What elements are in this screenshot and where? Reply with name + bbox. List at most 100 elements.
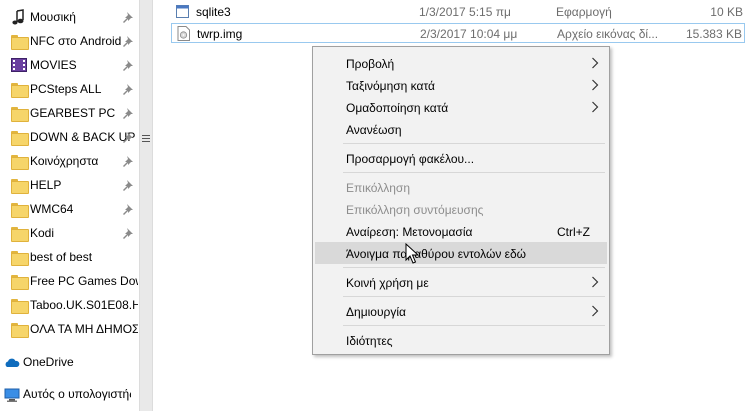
file-date: 2/3/2017 10:04 μμ: [420, 27, 518, 41]
menu-item-label: Επικόλληση: [346, 181, 411, 195]
nav-item[interactable]: ΟΛΑ ΤΑ ΜΗ ΔΗΜΟΣΙΑ: [0, 317, 139, 341]
nav-item-this-pc[interactable]: Αυτός ο υπολογιστής: [0, 382, 139, 406]
chevron-right-icon: [592, 305, 599, 317]
disc-image-icon: [177, 26, 190, 41]
file-size: 15.383 KB: [685, 27, 742, 41]
nav-item[interactable]: Κοινόχρηστα: [0, 149, 139, 173]
pin-icon[interactable]: [122, 179, 134, 191]
menu-separator: [343, 143, 605, 144]
menu-item-label: Ιδιότητες: [346, 334, 393, 348]
menu-separator: [343, 325, 605, 326]
computer-icon: [4, 388, 20, 402]
file-size: 10 KB: [710, 5, 743, 19]
folder-icon: [11, 107, 29, 123]
context-menu: Προβολή Ταξινόμηση κατά Ομαδοποίηση κατά…: [312, 46, 610, 355]
nav-item-label: Free PC Games Download: [30, 274, 138, 288]
file-row-twrp[interactable]: twrp.img 2/3/2017 10:04 μμ Αρχείο εικόνα…: [171, 23, 745, 43]
menu-item-label: Προσαρμογή φακέλου...: [346, 152, 475, 166]
pin-icon[interactable]: [122, 59, 134, 71]
menu-item-group-by[interactable]: Ομαδοποίηση κατά: [315, 96, 607, 118]
pin-icon[interactable]: [122, 131, 134, 143]
nav-item-label: Taboo.UK.S01E08.HDTV: [30, 298, 138, 312]
menu-item-label: Άνοιγμα παραθύρου εντολών εδώ: [346, 247, 527, 261]
folder-icon: [11, 227, 29, 243]
menu-item-paste[interactable]: Επικόλληση: [315, 176, 607, 198]
menu-item-new[interactable]: Δημιουργία: [315, 300, 607, 322]
menu-item-label: Ταξινόμηση κατά: [346, 79, 435, 93]
menu-item-share-with[interactable]: Κοινή χρήση με: [315, 271, 607, 293]
movies-folder-icon: [11, 58, 27, 72]
cloud-icon: [5, 358, 20, 367]
chevron-right-icon: [592, 101, 599, 113]
file-name: twrp.img: [197, 27, 243, 41]
menu-item-label: Ανανέωση: [346, 123, 402, 137]
menu-item-open-command-window[interactable]: Άνοιγμα παραθύρου εντολών εδώ: [315, 242, 607, 264]
folder-icon: [11, 251, 29, 267]
menu-item-label: Ομαδοποίηση κατά: [346, 101, 449, 115]
menu-separator: [343, 267, 605, 268]
navigation-pane-scrollbar[interactable]: [139, 0, 153, 411]
pin-icon[interactable]: [122, 227, 134, 239]
nav-item-label: best of best: [30, 250, 93, 264]
chevron-right-icon: [592, 79, 599, 91]
menu-item-shortcut: Ctrl+Z: [557, 225, 590, 239]
nav-item[interactable]: NFC στο Android: [0, 29, 139, 53]
menu-item-label: Επικόλληση συντόμευσης: [346, 203, 484, 217]
music-icon: [12, 9, 24, 25]
menu-item-sort-by[interactable]: Ταξινόμηση κατά: [315, 74, 607, 96]
navigation-pane: Μουσική NFC στο Android MOVIES PCSteps ALL G…: [0, 0, 139, 411]
nav-item[interactable]: MOVIES: [0, 53, 139, 77]
file-type: Εφαρμογή: [556, 5, 612, 19]
pin-icon[interactable]: [122, 107, 134, 119]
file-date: 1/3/2017 5:15 πμ: [419, 5, 511, 19]
folder-icon: [11, 179, 29, 195]
nav-item[interactable]: Kodi: [0, 221, 139, 245]
menu-item-undo-rename[interactable]: Αναίρεση: Μετονομασία Ctrl+Z: [315, 220, 607, 242]
menu-separator: [343, 172, 605, 173]
file-row-sqlite3[interactable]: sqlite3 1/3/2017 5:15 πμ Εφαρμογή 10 KB: [171, 2, 745, 22]
menu-item-label: Προβολή: [346, 57, 395, 71]
file-name: sqlite3: [196, 5, 231, 19]
folder-icon: [11, 155, 29, 171]
nav-item-label: OneDrive: [23, 355, 74, 369]
nav-item[interactable]: DOWN & BACK UP: [0, 125, 139, 149]
chevron-right-icon: [592, 57, 599, 69]
pin-icon[interactable]: [122, 83, 134, 95]
pin-icon[interactable]: [122, 155, 134, 167]
menu-item-label: Δημιουργία: [346, 305, 406, 319]
chevron-right-icon: [592, 276, 599, 288]
nav-item[interactable]: GEARBEST PC: [0, 101, 139, 125]
file-type: Αρχείο εικόνας δί...: [557, 27, 659, 41]
folder-icon: [11, 83, 29, 99]
folder-icon: [11, 131, 29, 147]
pin-icon[interactable]: [122, 35, 134, 47]
nav-item[interactable]: Free PC Games Download: [0, 269, 139, 293]
nav-item[interactable]: Μουσική: [0, 5, 139, 29]
menu-item-properties[interactable]: Ιδιότητες: [315, 329, 607, 351]
menu-item-refresh[interactable]: Ανανέωση: [315, 118, 607, 140]
nav-item-onedrive[interactable]: OneDrive: [0, 350, 139, 374]
nav-item-label: Αυτός ο υπολογιστής: [23, 387, 131, 401]
nav-item-label: ΟΛΑ ΤΑ ΜΗ ΔΗΜΟΣΙΑ: [30, 322, 138, 336]
menu-item-label: Αναίρεση: Μετονομασία: [346, 225, 473, 239]
menu-item-label: Κοινή χρήση με: [346, 276, 429, 290]
folder-icon: [11, 299, 29, 315]
nav-item[interactable]: Taboo.UK.S01E08.HDTV: [0, 293, 139, 317]
nav-item[interactable]: HELP: [0, 173, 139, 197]
menu-item-paste-shortcut[interactable]: Επικόλληση συντόμευσης: [315, 198, 607, 220]
folder-icon: [11, 35, 29, 51]
application-icon: [176, 5, 189, 18]
folder-icon: [11, 203, 29, 219]
pin-icon[interactable]: [122, 203, 134, 215]
splitter-grip-icon[interactable]: [142, 135, 150, 144]
nav-item[interactable]: PCSteps ALL: [0, 77, 139, 101]
folder-icon: [11, 323, 29, 339]
folder-icon: [11, 275, 29, 291]
menu-item-customize-folder[interactable]: Προσαρμογή φακέλου...: [315, 147, 607, 169]
nav-item[interactable]: WMC64: [0, 197, 139, 221]
menu-item-view[interactable]: Προβολή: [315, 52, 607, 74]
pin-icon[interactable]: [122, 11, 134, 23]
mouse-cursor-icon: [405, 243, 419, 264]
menu-separator: [343, 296, 605, 297]
nav-item[interactable]: best of best: [0, 245, 139, 269]
